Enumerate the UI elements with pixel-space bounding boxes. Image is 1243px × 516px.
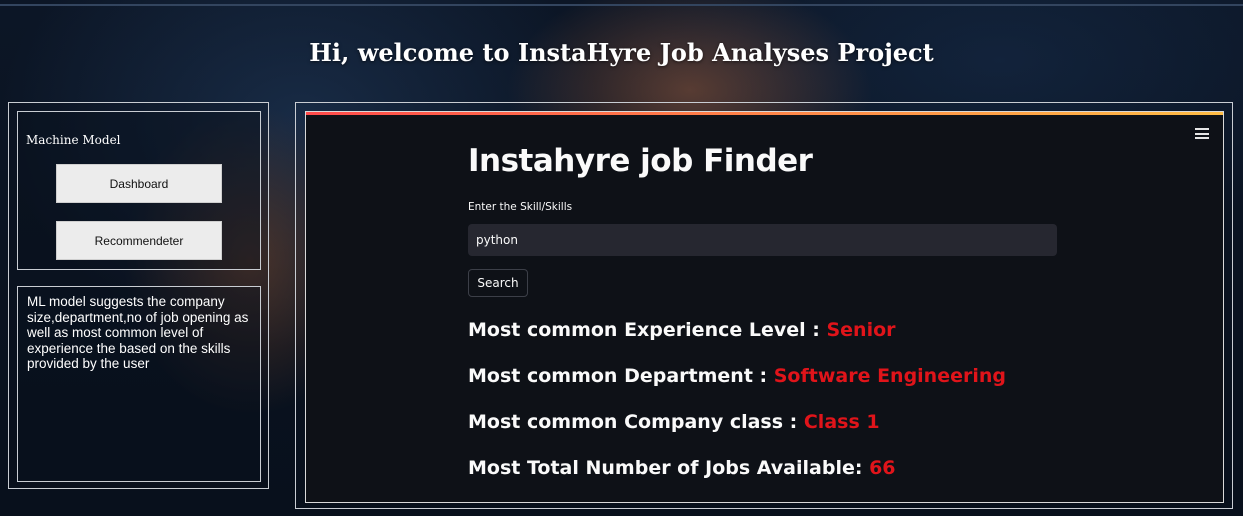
skill-input-label: Enter the Skill/Skills [468, 201, 573, 213]
result-experience-level: Most common Experience Level : Senior [468, 319, 896, 341]
dashboard-button[interactable]: Dashboard [56, 164, 222, 203]
result-value: Senior [826, 319, 896, 341]
result-label: Most common Department : [468, 365, 774, 387]
search-button[interactable]: Search [468, 269, 528, 297]
result-value: Software Engineering [773, 365, 1006, 387]
top-divider [0, 4, 1243, 6]
result-total-jobs: Most Total Number of Jobs Available: 66 [468, 457, 896, 479]
app-top-decoration [306, 112, 1223, 115]
recommender-button[interactable]: Recommendeter [56, 221, 222, 260]
result-label: Most common Company class : [468, 411, 804, 433]
page-title: Instahyre job Finder [468, 143, 813, 179]
model-description: ML model suggests the company size,depar… [27, 294, 249, 371]
result-label: Most Total Number of Jobs Available: [468, 457, 870, 479]
result-value: 66 [869, 457, 896, 479]
hamburger-menu-icon[interactable] [1195, 128, 1209, 139]
app-panel: Instahyre job Finder Enter the Skill/Ski… [305, 111, 1224, 503]
result-label: Most common Experience Level : [468, 319, 827, 341]
result-department: Most common Department : Software Engine… [468, 365, 1006, 387]
sidebar-section-title: Machine Model [26, 133, 121, 147]
result-value: Class 1 [803, 411, 880, 433]
welcome-heading: Hi, welcome to InstaHyre Job Analyses Pr… [309, 38, 934, 67]
skill-input[interactable] [468, 224, 1057, 256]
result-company-class: Most common Company class : Class 1 [468, 411, 880, 433]
